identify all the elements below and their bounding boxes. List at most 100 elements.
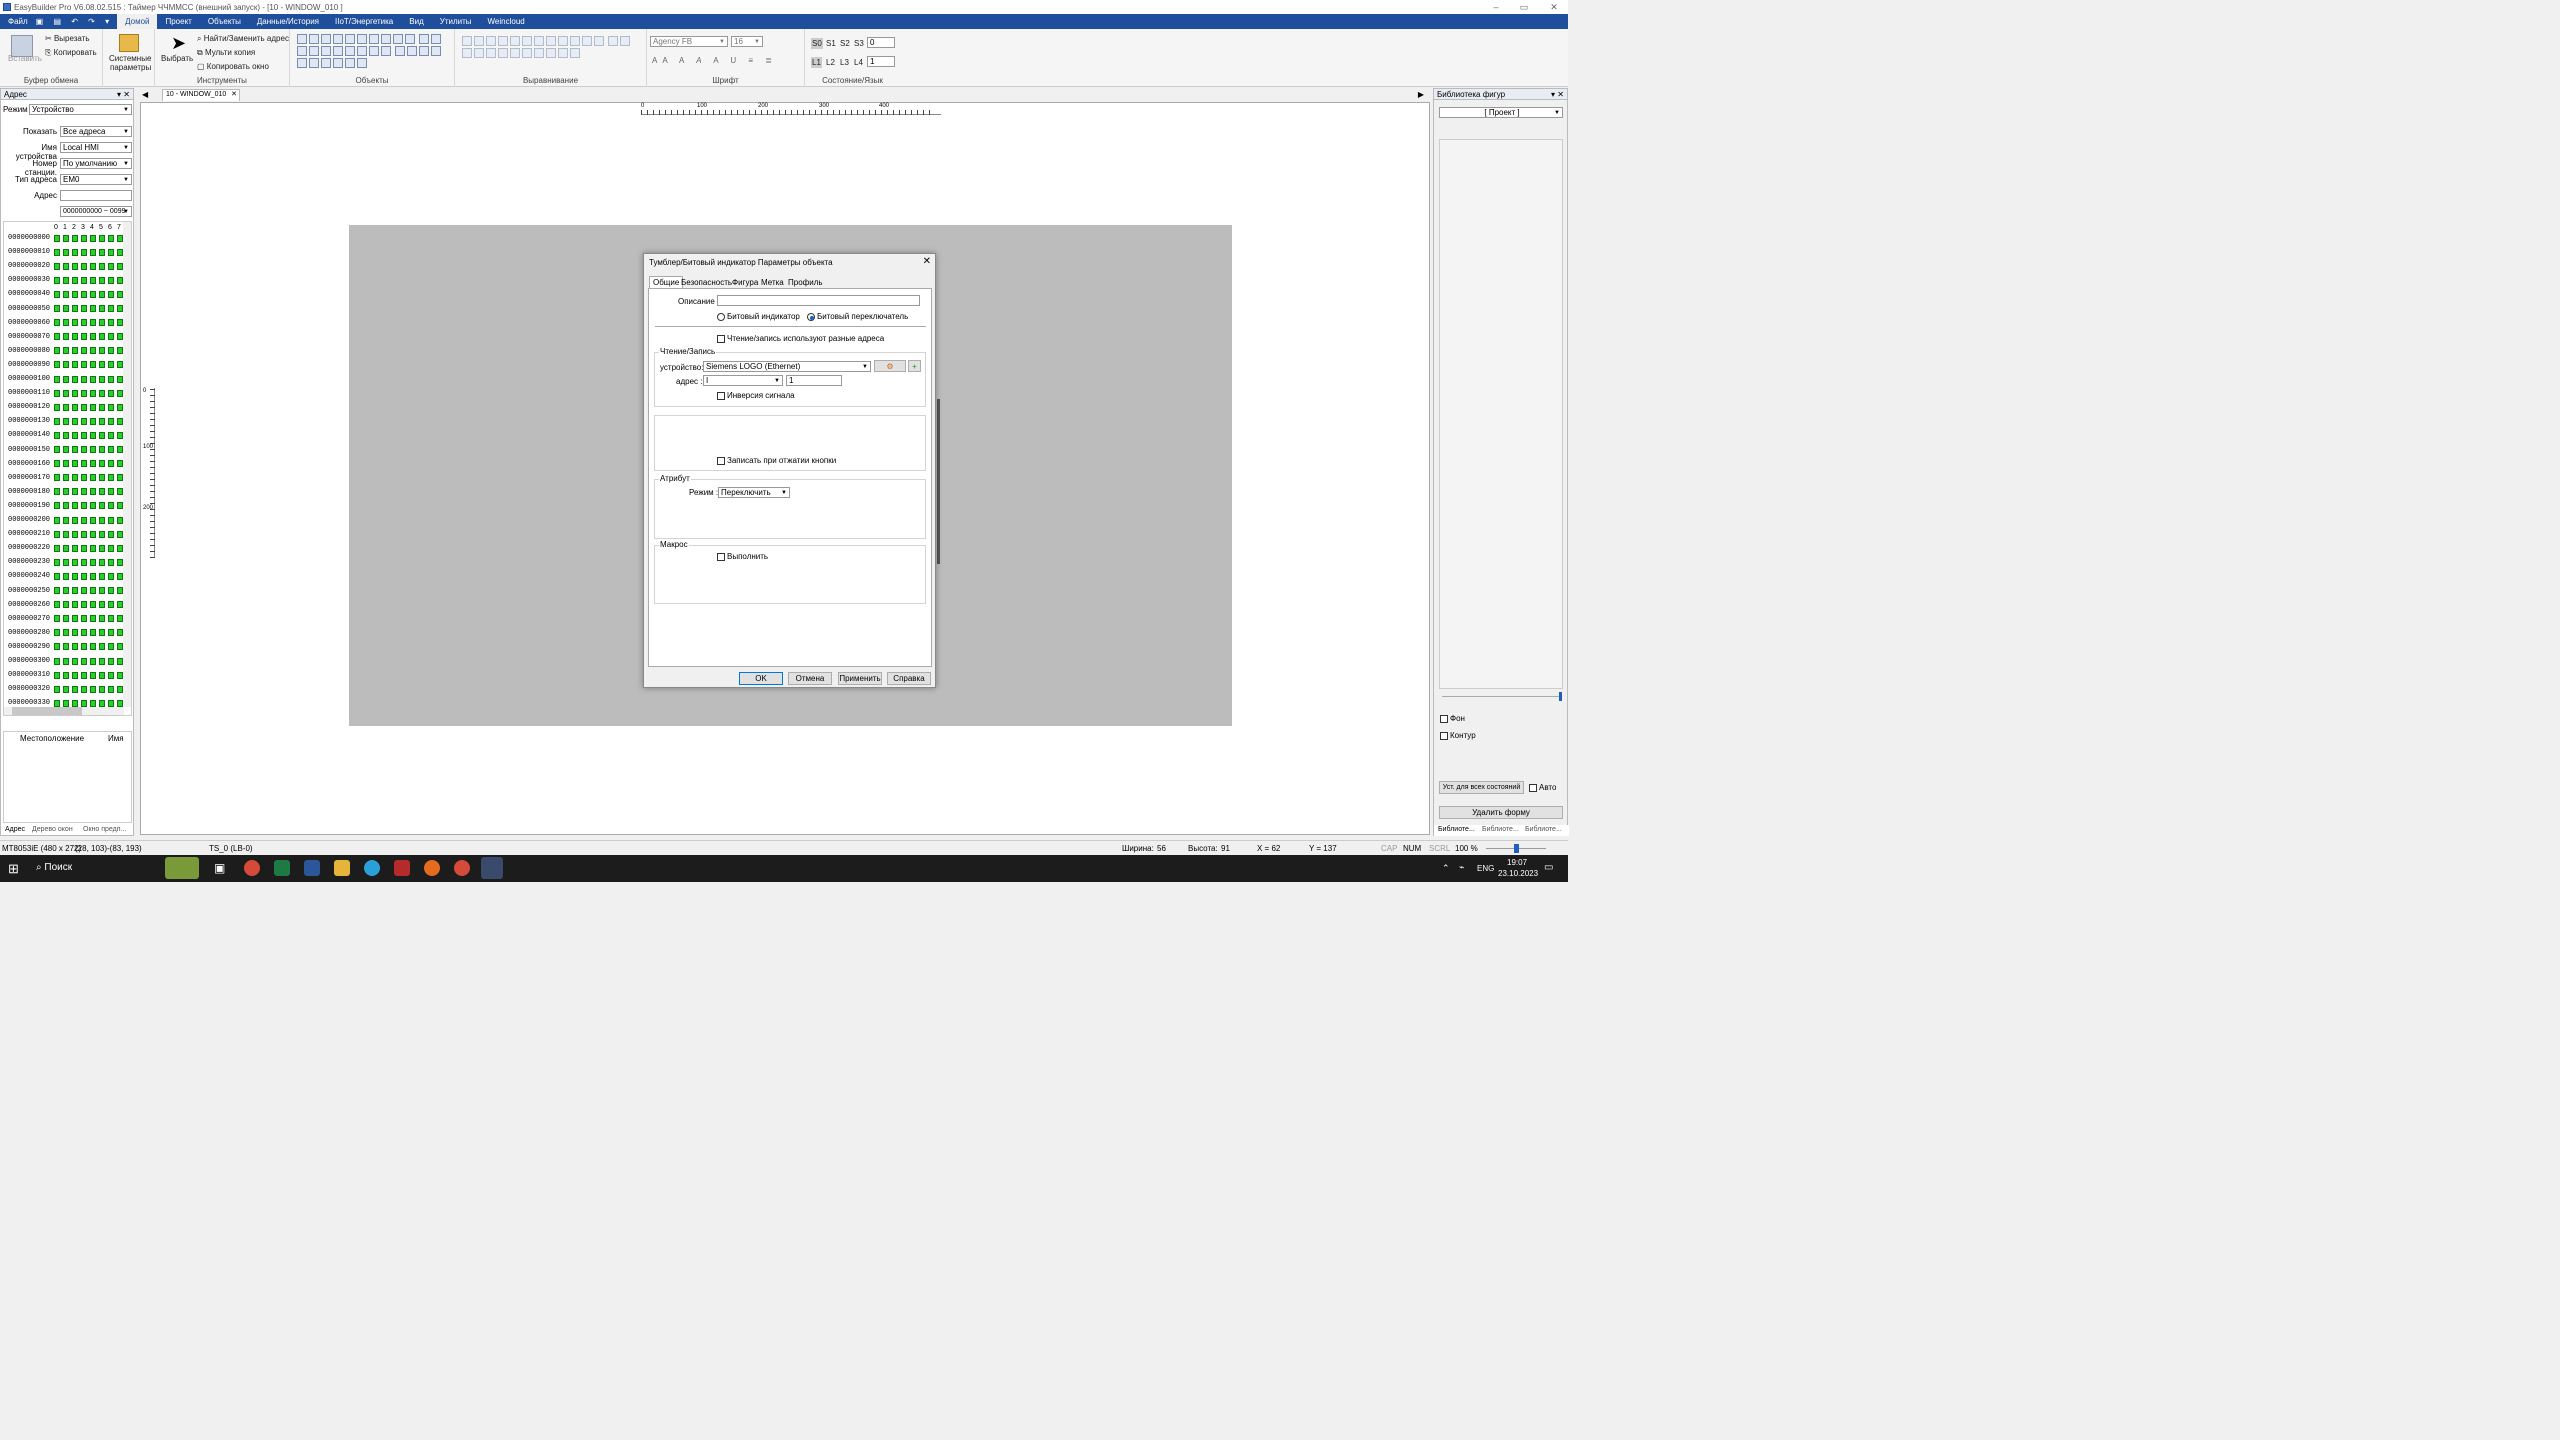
bit-cell[interactable] [81, 347, 87, 355]
object-icon[interactable] [345, 46, 355, 56]
bit-cell[interactable] [108, 417, 114, 425]
lang-spinner[interactable]: 1 [867, 56, 895, 67]
bit-cell[interactable] [81, 615, 87, 623]
bit-cell[interactable] [63, 699, 69, 707]
bit-cell[interactable] [72, 290, 78, 298]
slider-thumb[interactable] [1559, 692, 1562, 701]
bit-cell[interactable] [81, 699, 87, 707]
bit-cell[interactable] [99, 347, 105, 355]
bit-cell[interactable] [99, 276, 105, 284]
font-size-select[interactable]: 16 ▼ [731, 36, 763, 47]
device-select[interactable]: Local HMI ▼ [60, 142, 132, 153]
menu-objects[interactable]: Объекты [200, 14, 249, 29]
align-icon[interactable] [462, 48, 472, 58]
bit-cell[interactable] [81, 601, 87, 609]
object-icon[interactable] [321, 46, 331, 56]
outline-checkbox[interactable]: Контур [1440, 731, 1476, 740]
bit-cell[interactable] [63, 516, 69, 524]
bit-cell[interactable] [81, 319, 87, 327]
align-icon[interactable] [546, 48, 556, 58]
bit-cell[interactable] [81, 333, 87, 341]
bit-cell[interactable] [81, 502, 87, 510]
object-icon[interactable] [345, 34, 355, 44]
bit-cell[interactable] [63, 417, 69, 425]
bit-cell[interactable] [99, 502, 105, 510]
bit-cell[interactable] [54, 347, 60, 355]
bit-cell[interactable] [90, 375, 96, 383]
bit-cell[interactable] [81, 460, 87, 468]
bit-cell[interactable] [81, 305, 87, 312]
bg-checkbox[interactable]: Фон [1440, 714, 1465, 723]
bit-cell[interactable] [108, 460, 114, 468]
bit-cell[interactable] [54, 234, 60, 242]
help-button[interactable]: Справка [887, 672, 931, 685]
bit-cell[interactable] [63, 587, 69, 594]
auto-checkbox[interactable]: Авто [1529, 783, 1556, 792]
chrome-icon[interactable] [244, 860, 260, 876]
object-icon[interactable] [431, 34, 442, 44]
maximize-icon[interactable]: ▭ [1513, 0, 1535, 14]
bit-cell[interactable] [63, 305, 69, 312]
object-icon[interactable] [297, 46, 307, 56]
bit-cell[interactable] [90, 333, 96, 341]
font-style-icons[interactable]: AA A A A U ≡ ≣ [652, 56, 777, 65]
bit-cell[interactable] [54, 305, 60, 312]
bit-cell[interactable] [72, 262, 78, 270]
bit-cell[interactable] [108, 657, 114, 665]
object-icon[interactable] [345, 58, 355, 68]
bit-cell[interactable] [108, 474, 114, 482]
chrome-alt-icon[interactable] [454, 860, 470, 876]
bit-cell[interactable] [99, 572, 105, 580]
object-icon[interactable] [309, 46, 319, 56]
diff-addr-checkbox[interactable]: Чтение/запись используют разные адреса [717, 334, 884, 343]
system-params-button-line2[interactable]: параметры [110, 63, 151, 72]
address-value-input[interactable]: 1 [786, 375, 842, 386]
bit-cell[interactable] [63, 347, 69, 355]
bit-cell[interactable] [54, 319, 60, 327]
object-icon[interactable] [381, 34, 391, 44]
menu-iiot[interactable]: IIoT/Энергетика [327, 14, 401, 29]
bit-cell[interactable] [90, 431, 96, 439]
bit-cell[interactable] [54, 502, 60, 510]
bit-cell[interactable] [63, 446, 69, 453]
invert-checkbox[interactable]: Инверсия сигнала [717, 391, 795, 400]
bit-cell[interactable] [99, 615, 105, 623]
device-select[interactable]: Siemens LOGO (Ethernet) ▼ [703, 361, 871, 372]
radio-bit-switch[interactable]: Битовый переключатель [807, 312, 908, 321]
bit-cell[interactable] [63, 671, 69, 679]
bit-cell[interactable] [90, 657, 96, 665]
align-icon[interactable] [570, 36, 580, 46]
align-icon[interactable] [510, 48, 520, 58]
radio-bit-indicator[interactable]: Битовый индикатор [717, 312, 800, 321]
bit-cell[interactable] [99, 699, 105, 707]
bit-cell[interactable] [54, 643, 60, 651]
menu-home[interactable]: Домой [117, 14, 158, 29]
menu-utilities[interactable]: Утилиты [432, 14, 480, 29]
system-params-button[interactable]: Системные [109, 54, 151, 63]
bit-cell[interactable] [72, 333, 78, 341]
grid-vscrollbar[interactable] [123, 222, 131, 707]
bit-cell[interactable] [72, 234, 78, 242]
align-icon[interactable] [558, 48, 568, 58]
bit-cell[interactable] [108, 262, 114, 270]
bit-cell[interactable] [54, 262, 60, 270]
bit-cell[interactable] [99, 431, 105, 439]
bit-cell[interactable] [108, 671, 114, 679]
bit-cell[interactable] [72, 488, 78, 496]
tab-scroll-right-icon[interactable]: ▶ [1418, 90, 1424, 99]
grid-hscrollbar[interactable] [4, 707, 124, 715]
bit-cell[interactable] [81, 474, 87, 482]
bit-cell[interactable] [90, 601, 96, 609]
bit-cell[interactable] [81, 417, 87, 425]
bit-cell[interactable] [72, 446, 78, 453]
bit-cell[interactable] [54, 375, 60, 383]
object-icon[interactable] [381, 46, 391, 56]
tray-chevron-icon[interactable]: ⌃ [1442, 863, 1450, 874]
bit-cell[interactable] [72, 417, 78, 425]
bit-cell[interactable] [54, 333, 60, 341]
bit-cell[interactable] [54, 276, 60, 284]
bit-cell[interactable] [54, 587, 60, 594]
bit-cell[interactable] [63, 474, 69, 482]
bit-cell[interactable] [63, 488, 69, 496]
lang-l2-button[interactable]: L2 [826, 58, 835, 67]
